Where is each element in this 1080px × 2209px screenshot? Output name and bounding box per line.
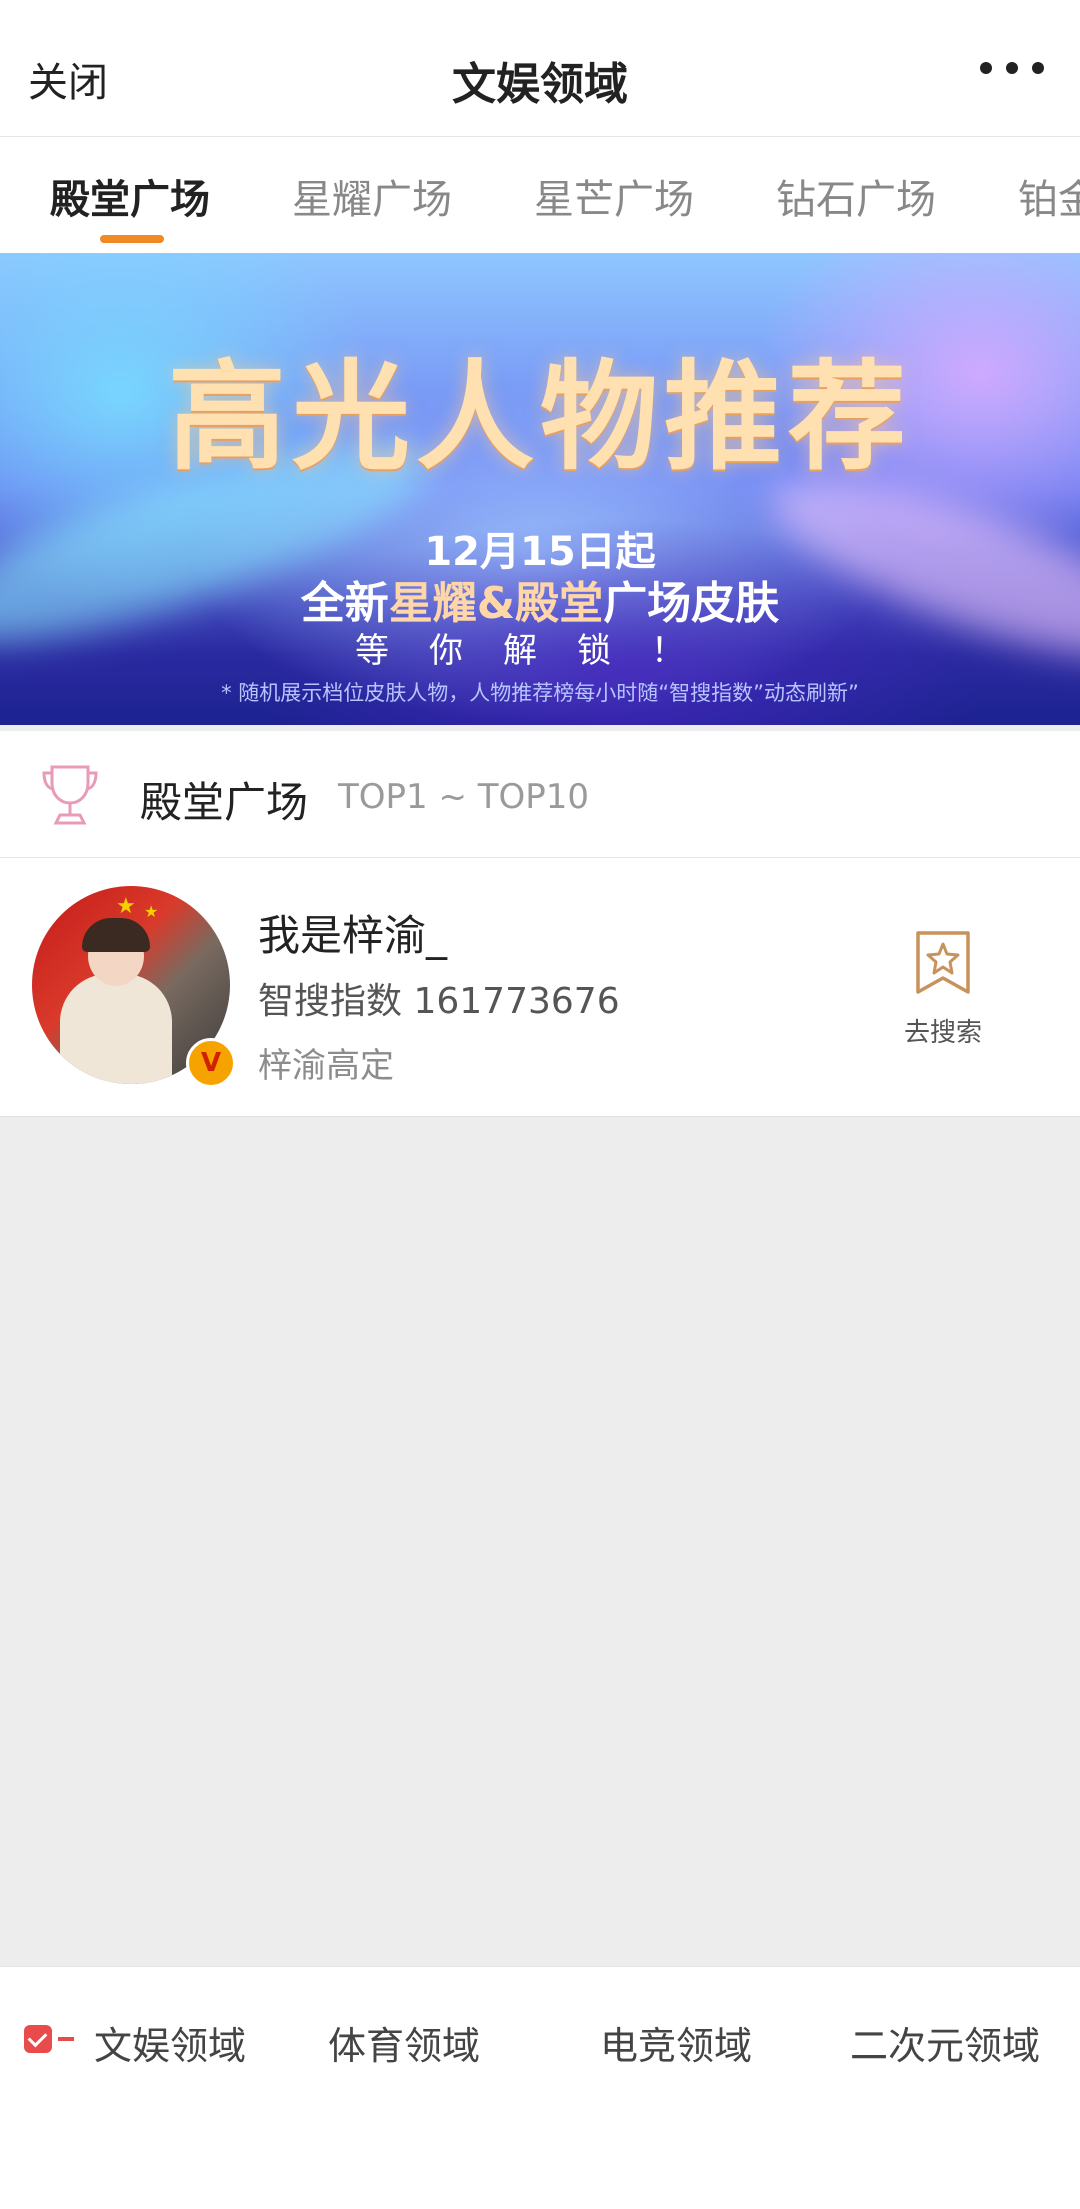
- section-title: 殿堂广场: [140, 778, 309, 827]
- flag-star-icon: ★: [116, 894, 136, 919]
- tab-star-glory-square[interactable]: 星耀广场: [292, 167, 452, 225]
- avatar-hair: [82, 918, 150, 952]
- bottom-nav-sports[interactable]: 体育领域: [328, 2015, 480, 2070]
- section-header: 殿堂广场 TOP1 ~ TOP10: [0, 731, 1080, 858]
- list-item[interactable]: ★ ★ V 我是梓渝_ 智搜指数 161773676 梓渝高定 去搜索: [0, 858, 1080, 1117]
- tab-diamond-square[interactable]: 钻石广场: [776, 167, 936, 225]
- go-search-label: 去搜索: [903, 1018, 982, 1048]
- checkbox-checked-icon: [24, 2025, 52, 2053]
- banner-skin-text: 全新星耀&殿堂广场皮肤: [0, 567, 1080, 631]
- active-tab-indicator: [100, 235, 164, 243]
- bottom-nav-entertainment[interactable]: 文娱领域: [94, 2015, 246, 2070]
- banner-skin-highlight: 星耀&殿堂: [388, 578, 604, 629]
- top-bar: 关闭 文娱领域: [0, 0, 1080, 137]
- bottom-nav: 文娱领域 体育领域 电竞领域 二次元领域: [0, 1966, 1080, 2209]
- tab-hall-square[interactable]: 殿堂广场: [50, 167, 210, 225]
- index-value: 161773676: [413, 981, 620, 1022]
- go-search-button[interactable]: 去搜索: [890, 930, 996, 1050]
- section-range: TOP1 ~ TOP10: [338, 777, 590, 817]
- banner-skin-suffix: 广场皮肤: [603, 578, 780, 629]
- bottom-nav-esports[interactable]: 电竞领域: [600, 2015, 752, 2070]
- verified-badge-icon: V: [186, 1038, 236, 1088]
- trophy-icon: [42, 765, 98, 825]
- banner-note: * 随机展示档位皮肤人物，人物推荐榜每小时随“智搜指数”动态刷新”: [221, 681, 859, 705]
- banner-headline: 高光人物推荐: [167, 348, 912, 486]
- bookmark-star-icon: [916, 931, 970, 994]
- tab-platinum-square[interactable]: 铂金: [1018, 167, 1080, 225]
- tab-bar: 殿堂广场 星耀广场 星芒广场 钻石广场 铂金: [0, 137, 1080, 253]
- promo-banner[interactable]: 高光人物推荐 12月15日起 全新星耀&殿堂广场皮肤 等你解锁！ * 随机展示档…: [0, 253, 1080, 725]
- entry-subtitle: 梓渝高定: [258, 1046, 394, 1086]
- avatar-figure: [60, 974, 172, 1084]
- banner-skin-prefix: 全新: [300, 578, 389, 629]
- tab-star-awn-square[interactable]: 星芒广场: [534, 167, 694, 225]
- entry-name[interactable]: 我是梓渝_: [258, 902, 447, 963]
- flag-star-icon: ★: [144, 902, 159, 921]
- banner-unlock: 等你解锁！: [355, 631, 725, 671]
- index-label: 智搜指数: [258, 981, 403, 1022]
- page-title: 文娱领域: [452, 59, 628, 110]
- entry-index: 智搜指数 161773676: [258, 972, 620, 1024]
- bottom-nav-anime[interactable]: 二次元领域: [850, 2015, 1040, 2070]
- more-dots-icon[interactable]: [980, 56, 1044, 80]
- dash-icon: [58, 2037, 74, 2041]
